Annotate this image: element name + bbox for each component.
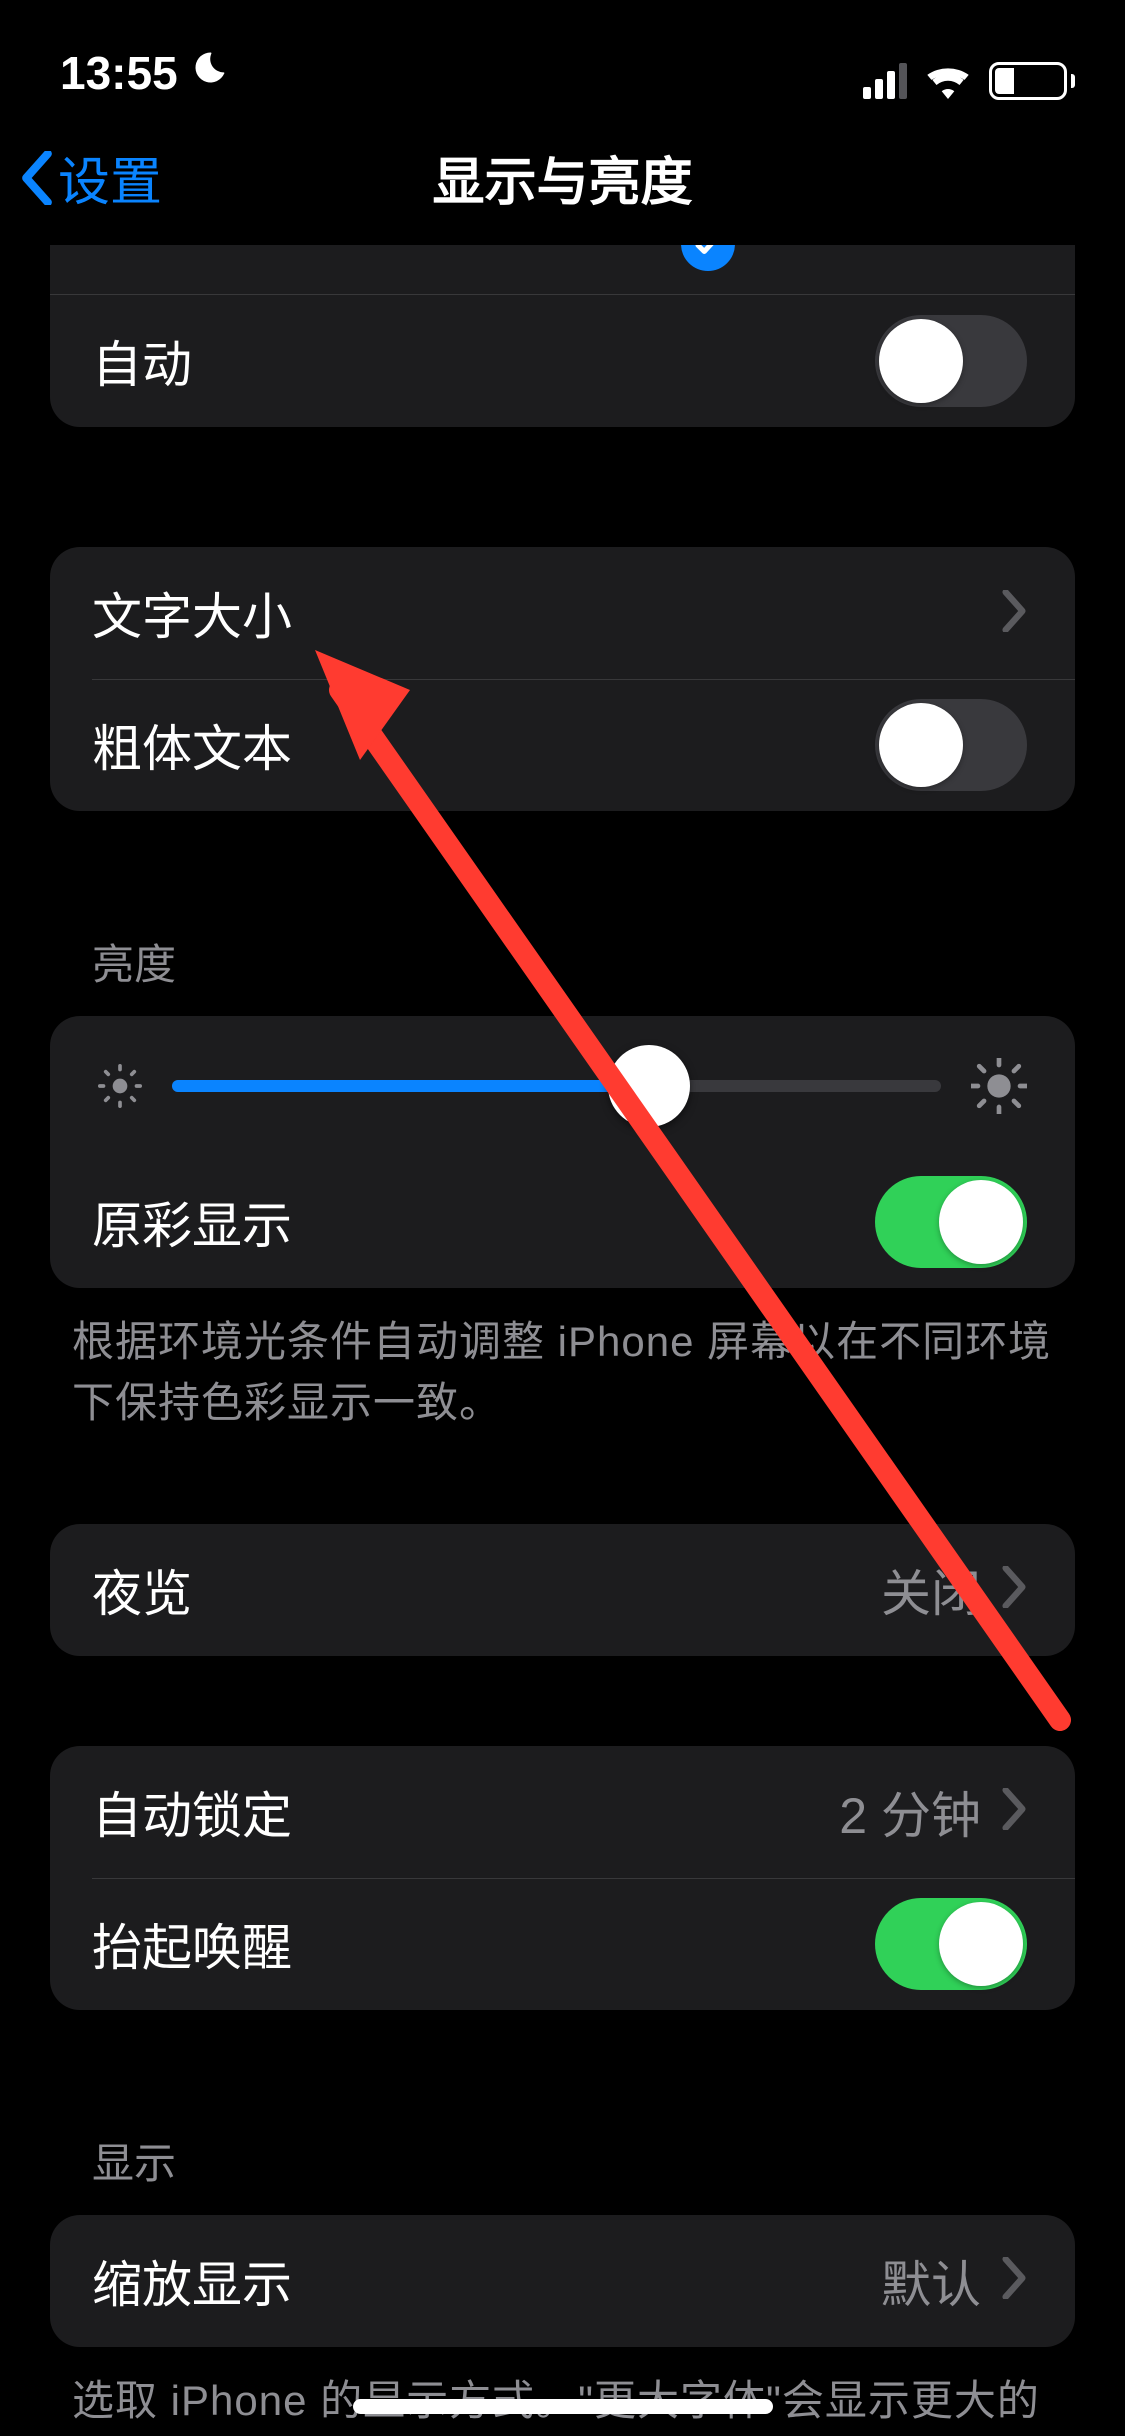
sun-max-icon bbox=[971, 1058, 1027, 1114]
bold-text-switch[interactable] bbox=[875, 699, 1027, 791]
text-group: 文字大小 粗体文本 bbox=[50, 547, 1075, 811]
display-zoom-row[interactable]: 缩放显示 默认 bbox=[50, 2215, 1075, 2347]
battery-indicator: 27 bbox=[989, 62, 1075, 100]
display-zoom-group: 缩放显示 默认 bbox=[50, 2215, 1075, 2347]
brightness-group: 原彩显示 bbox=[50, 1016, 1075, 1288]
brightness-header: 亮度 bbox=[92, 931, 1033, 992]
bold-text-row[interactable]: 粗体文本 bbox=[50, 679, 1075, 811]
text-size-row[interactable]: 文字大小 bbox=[50, 547, 1075, 679]
auto-lock-label: 自动锁定 bbox=[92, 1776, 839, 1848]
raise-to-wake-switch[interactable] bbox=[875, 1898, 1027, 1990]
auto-lock-row[interactable]: 自动锁定 2 分钟 bbox=[50, 1746, 1075, 1878]
automatic-appearance-switch[interactable] bbox=[875, 315, 1027, 407]
display-zoom-value: 默认 bbox=[881, 2245, 981, 2317]
night-shift-row[interactable]: 夜览 关闭 bbox=[50, 1524, 1075, 1656]
chevron-right-icon bbox=[1001, 1566, 1027, 1613]
brightness-slider-thumb[interactable] bbox=[608, 1045, 690, 1127]
back-label: 设置 bbox=[58, 140, 162, 215]
nav-bar: 设置 显示与亮度 bbox=[0, 110, 1125, 245]
cellular-signal-icon bbox=[863, 63, 907, 99]
do-not-disturb-icon bbox=[190, 46, 230, 100]
chevron-right-icon bbox=[1001, 1788, 1027, 1835]
chevron-right-icon bbox=[1001, 590, 1027, 637]
back-button[interactable]: 设置 bbox=[18, 140, 162, 215]
auto-lock-value: 2 分钟 bbox=[839, 1776, 981, 1848]
automatic-appearance-row[interactable]: 自动 bbox=[50, 295, 1075, 427]
true-tone-label: 原彩显示 bbox=[92, 1186, 875, 1258]
bold-text-label: 粗体文本 bbox=[92, 709, 875, 781]
true-tone-row[interactable]: 原彩显示 bbox=[50, 1156, 1075, 1288]
chevron-right-icon bbox=[1001, 2257, 1027, 2304]
true-tone-footer: 根据环境光条件自动调整 iPhone 屏幕以在不同环境下保持色彩显示一致。 bbox=[72, 1312, 1053, 1434]
text-size-label: 文字大小 bbox=[92, 577, 1001, 649]
page-title: 显示与亮度 bbox=[0, 140, 1125, 215]
dark-mode-selected-icon[interactable] bbox=[681, 245, 735, 271]
brightness-slider[interactable] bbox=[172, 1080, 941, 1092]
brightness-slider-row bbox=[50, 1016, 1075, 1156]
raise-to-wake-label: 抬起唤醒 bbox=[92, 1908, 875, 1980]
night-shift-group: 夜览 关闭 bbox=[50, 1524, 1075, 1656]
battery-percent: 27 bbox=[1014, 66, 1043, 97]
display-header: 显示 bbox=[92, 2130, 1033, 2191]
night-shift-label: 夜览 bbox=[92, 1554, 881, 1626]
lock-group: 自动锁定 2 分钟 抬起唤醒 bbox=[50, 1746, 1075, 2010]
status-bar: 13:55 27 bbox=[0, 0, 1125, 110]
display-zoom-label: 缩放显示 bbox=[92, 2245, 881, 2317]
sun-min-icon bbox=[98, 1064, 142, 1108]
wifi-icon bbox=[925, 63, 971, 99]
true-tone-switch[interactable] bbox=[875, 1176, 1027, 1268]
automatic-appearance-label: 自动 bbox=[92, 325, 875, 397]
raise-to-wake-row[interactable]: 抬起唤醒 bbox=[50, 1878, 1075, 2010]
home-indicator[interactable] bbox=[353, 2399, 773, 2414]
status-time: 13:55 bbox=[60, 46, 178, 100]
appearance-group: 自动 bbox=[50, 245, 1075, 427]
night-shift-value: 关闭 bbox=[881, 1554, 981, 1626]
